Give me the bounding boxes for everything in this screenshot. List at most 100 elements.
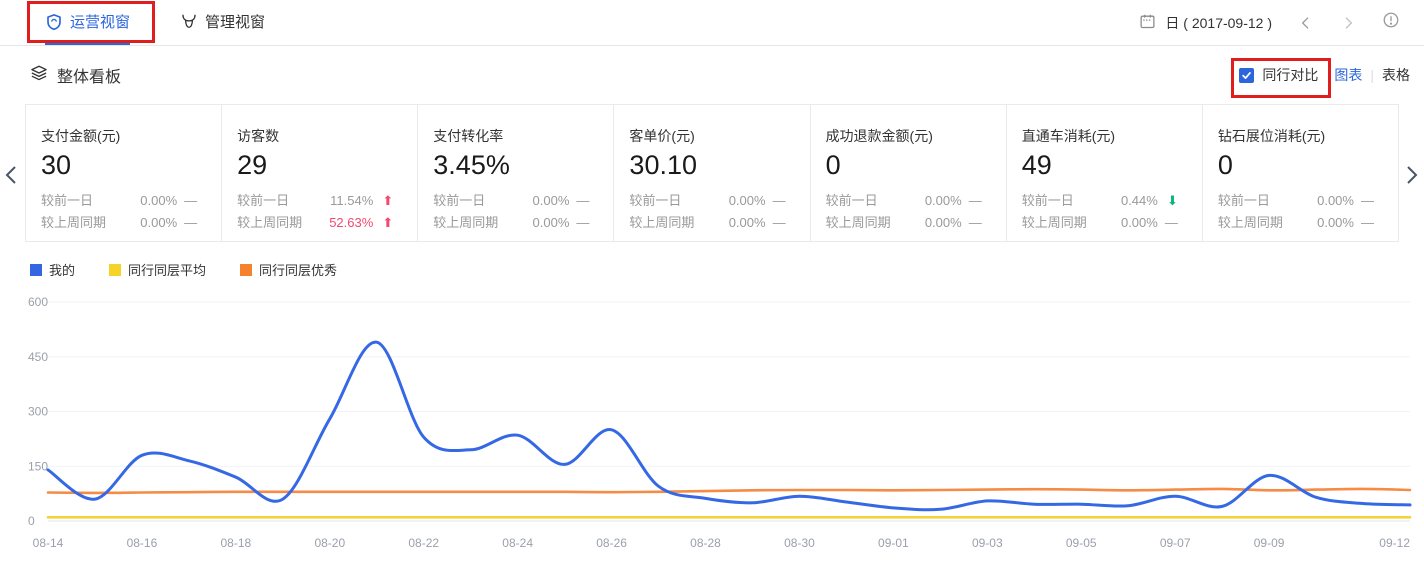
- x-axis-label: 08-18: [221, 536, 252, 550]
- legend-item[interactable]: 同行同层平均: [109, 260, 206, 279]
- kpi-card[interactable]: 钻石展位消耗(元)0较前一日0.00%—较上周同期0.00%—: [1203, 105, 1398, 241]
- kpi-value: 49: [1022, 150, 1202, 181]
- kpi-card[interactable]: 访客数29较前一日11.54%⬆较上周同期52.63%⬆: [222, 105, 418, 241]
- kpi-value: 3.45%: [433, 150, 613, 181]
- kpi-title: 成功退款金额(元): [826, 126, 1006, 146]
- trend-flat-icon: —: [177, 190, 197, 212]
- x-axis-label: 08-14: [33, 536, 64, 550]
- kpi-compare-value: 0.44%: [1121, 190, 1158, 212]
- x-axis-label: 09-09: [1254, 536, 1285, 550]
- kpi-compare-value: 0.00%: [533, 212, 570, 234]
- trend-flat-icon: —: [962, 212, 982, 234]
- x-axis-label: 09-12: [1379, 536, 1410, 550]
- x-axis-label: 08-20: [314, 536, 345, 550]
- kpi-value: 0: [1218, 150, 1398, 181]
- view-table-button[interactable]: 表格: [1382, 65, 1410, 85]
- layers-icon: [30, 64, 48, 87]
- trend-flat-icon: —: [569, 190, 589, 212]
- trend-flat-icon: —: [1354, 190, 1374, 212]
- header-right: 日 ( 2017-09-12 ): [1139, 0, 1400, 45]
- x-axis-label: 09-05: [1066, 536, 1097, 550]
- x-axis-label: 08-24: [502, 536, 533, 550]
- bull-icon: [180, 13, 198, 31]
- trend-up-icon: ⬆: [373, 190, 393, 212]
- kpi-compare-value: 0.00%: [1317, 212, 1354, 234]
- date-picker[interactable]: 日 ( 2017-09-12 ): [1139, 13, 1272, 33]
- kpi-compare-value: 0.00%: [1121, 212, 1158, 234]
- date-label: 日 ( 2017-09-12 ): [1165, 13, 1272, 33]
- y-axis-label: 0: [28, 514, 35, 528]
- kpi-card[interactable]: 成功退款金额(元)0较前一日0.00%—较上周同期0.00%—: [811, 105, 1007, 241]
- top-header: 运营视窗 管理视窗 日 ( 2017-09-12 ): [0, 0, 1424, 46]
- kpi-card[interactable]: 客单价(元)30.10较前一日0.00%—较上周同期0.00%—: [614, 105, 810, 241]
- shield-icon: [45, 13, 63, 31]
- kpi-compare-label: 较前一日: [1022, 190, 1074, 212]
- cards-next-arrow-icon[interactable]: [1403, 164, 1420, 191]
- x-axis-label: 08-22: [408, 536, 439, 550]
- kpi-compare-label: 较上周同期: [629, 212, 694, 234]
- peer-compare-checkbox[interactable]: [1239, 68, 1254, 83]
- trend-flat-icon: —: [766, 212, 786, 234]
- legend-swatch: [30, 264, 42, 276]
- kpi-compare-label: 较前一日: [41, 190, 93, 212]
- kpi-compare-row: 较前一日0.00%—: [629, 190, 809, 212]
- y-axis-label: 600: [28, 295, 48, 309]
- trend-chart: 015030045060008-1408-1608-1808-2008-2208…: [0, 283, 1424, 567]
- kpi-cards-row: 支付金额(元)30较前一日0.00%—较上周同期0.00%—访客数29较前一日1…: [25, 104, 1399, 242]
- tab-management-view[interactable]: 管理视窗: [180, 0, 265, 45]
- kpi-compare-value: 0.00%: [925, 190, 962, 212]
- x-axis-label: 09-03: [972, 536, 1003, 550]
- kpi-title: 访客数: [237, 126, 417, 146]
- x-axis-label: 08-26: [596, 536, 627, 550]
- tab-label: 管理视窗: [205, 11, 265, 32]
- kpi-compare-label: 较前一日: [237, 190, 289, 212]
- kpi-card[interactable]: 支付金额(元)30较前一日0.00%—较上周同期0.00%—: [26, 105, 222, 241]
- kpi-compare-value: 0.00%: [729, 212, 766, 234]
- kpi-compare-label: 较上周同期: [1218, 212, 1283, 234]
- trend-chart-wrap: 015030045060008-1408-1608-1808-2008-2208…: [0, 283, 1424, 567]
- y-axis-label: 450: [28, 350, 48, 364]
- next-date-button[interactable]: [1340, 15, 1356, 31]
- board-controls: 同行对比 图表 | 表格: [1239, 65, 1410, 85]
- kpi-compare-row: 较上周同期52.63%⬆: [237, 212, 417, 234]
- kpi-compare-label: 较前一日: [433, 190, 485, 212]
- legend-label: 同行同层平均: [128, 260, 206, 279]
- x-axis-label: 09-07: [1160, 536, 1191, 550]
- y-axis-label: 300: [28, 405, 48, 419]
- view-chart-button[interactable]: 图表: [1334, 65, 1362, 85]
- kpi-compare-label: 较上周同期: [41, 212, 106, 234]
- legend-swatch: [109, 264, 121, 276]
- legend-label: 同行同层优秀: [259, 260, 337, 279]
- tab-operations-view[interactable]: 运营视窗: [45, 0, 130, 45]
- kpi-compare-row: 较上周同期 0.00%—: [629, 212, 809, 234]
- cards-prev-arrow-icon[interactable]: [3, 164, 20, 191]
- kpi-compare-label: 较前一日: [1218, 190, 1270, 212]
- kpi-compare-row: 较前一日0.00%—: [433, 190, 613, 212]
- peer-compare-label: 同行对比: [1262, 65, 1318, 85]
- trend-flat-icon: —: [177, 212, 197, 234]
- peer-compare-toggle[interactable]: 同行对比: [1239, 65, 1318, 85]
- legend-item[interactable]: 我的: [30, 260, 75, 279]
- info-icon[interactable]: [1382, 11, 1400, 34]
- kpi-compare-row: 较前一日0.00%—: [1218, 190, 1398, 212]
- kpi-compare-row: 较上周同期0.00%—: [433, 212, 613, 234]
- kpi-compare-row: 较前一日0.44%⬇: [1022, 190, 1202, 212]
- kpi-compare-label: 较上周同期: [1022, 212, 1087, 234]
- series-line-0: [48, 342, 1410, 510]
- kpi-compare-label: 较上周同期: [826, 212, 891, 234]
- kpi-compare-label: 较上周同期: [433, 212, 498, 234]
- x-axis-label: 09-01: [878, 536, 909, 550]
- legend-label: 我的: [49, 260, 75, 279]
- y-axis-label: 150: [28, 459, 48, 473]
- legend-swatch: [240, 264, 252, 276]
- view-toggle: 图表 | 表格: [1334, 65, 1410, 85]
- legend-item[interactable]: 同行同层优秀: [240, 260, 337, 279]
- kpi-compare-label: 较前一日: [629, 190, 681, 212]
- kpi-compare-row: 较前一日0.00%—: [826, 190, 1006, 212]
- view-toggle-divider: |: [1370, 67, 1374, 83]
- trend-flat-icon: —: [1158, 212, 1178, 234]
- prev-date-button[interactable]: [1298, 15, 1314, 31]
- kpi-compare-row: 较上周同期0.00%—: [826, 212, 1006, 234]
- kpi-card[interactable]: 直通车消耗(元)49较前一日0.44%⬇较上周同期0.00%—: [1007, 105, 1203, 241]
- kpi-card[interactable]: 支付转化率3.45%较前一日0.00%—较上周同期0.00%—: [418, 105, 614, 241]
